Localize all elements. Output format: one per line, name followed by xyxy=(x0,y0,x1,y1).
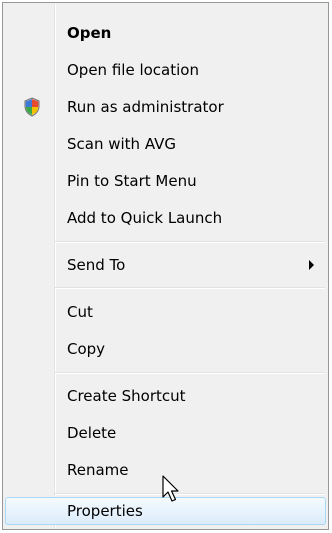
menu-item-create-shortcut[interactable]: Create Shortcut xyxy=(5,382,326,410)
menu-item-delete[interactable]: Delete xyxy=(5,419,326,447)
menu-item-label: Open file location xyxy=(67,61,199,79)
menu-item-label: Rename xyxy=(67,461,129,479)
menu-item-label: Run as administrator xyxy=(67,98,224,116)
menu-separator xyxy=(55,287,325,289)
menu-item-scan-with-avg[interactable]: Scan with AVG xyxy=(5,130,326,158)
menu-item-label: Scan with AVG xyxy=(67,135,177,153)
menu-item-label: Cut xyxy=(67,303,93,321)
menu-item-open[interactable]: Open xyxy=(5,19,326,47)
menu-item-open-file-location[interactable]: Open file location xyxy=(5,56,326,84)
menu-item-label: Pin to Start Menu xyxy=(67,172,197,190)
menu-item-send-to[interactable]: Send To xyxy=(5,251,326,279)
menu-item-run-as-administrator[interactable]: Run as administrator xyxy=(5,93,326,121)
menu-item-label: Copy xyxy=(67,340,106,358)
menu-item-label: Create Shortcut xyxy=(67,387,186,405)
menu-separator xyxy=(55,493,325,495)
menu-item-label: Delete xyxy=(67,424,117,442)
context-menu: Open Open file location Run as administr… xyxy=(2,2,329,530)
menu-item-cut[interactable]: Cut xyxy=(5,298,326,326)
menu-item-label: Send To xyxy=(67,256,126,274)
uac-shield-icon xyxy=(22,97,42,117)
menu-item-add-to-quick-launch[interactable]: Add to Quick Launch xyxy=(5,204,326,232)
menu-item-pin-to-start-menu[interactable]: Pin to Start Menu xyxy=(5,167,326,195)
mouse-pointer-icon xyxy=(162,475,184,505)
menu-item-label: Properties xyxy=(67,502,143,520)
menu-separator xyxy=(55,241,325,243)
menu-item-label: Open xyxy=(67,24,112,42)
menu-separator xyxy=(55,372,325,374)
submenu-arrow-icon xyxy=(309,260,314,270)
menu-item-copy[interactable]: Copy xyxy=(5,335,326,363)
menu-item-label: Add to Quick Launch xyxy=(67,209,223,227)
